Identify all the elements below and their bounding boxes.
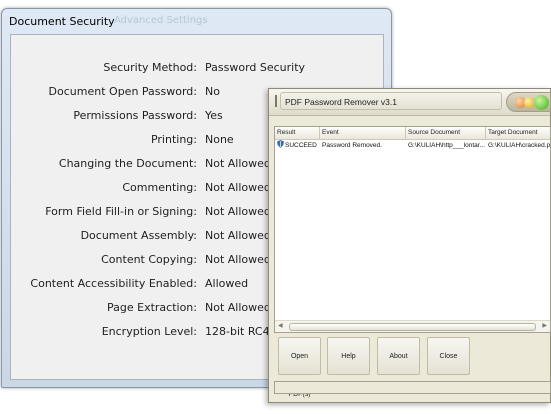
field-label: Content Accessibility Enabled:: [30, 277, 197, 290]
window-controls: [506, 92, 551, 112]
column-header-source[interactable]: Source Document: [406, 127, 486, 139]
field-label: Document Assembly:: [80, 229, 197, 242]
field-label: Page Extraction:: [107, 301, 197, 314]
target-cell: G:\KULIAH\cracked.pdf: [488, 142, 551, 149]
scrollbar-thumb[interactable]: [289, 323, 536, 331]
status-bar: [274, 381, 551, 394]
open-pdf-button[interactable]: Open PDF(s): [278, 337, 321, 398]
document-security-title: Document Security: [9, 15, 115, 28]
help-button[interactable]: Help: [327, 337, 370, 375]
field-value: Allowed: [205, 277, 249, 290]
remover-titlebar[interactable]: PDF Password Remover v3.1: [269, 89, 551, 116]
field-value: Not Allowed: [205, 301, 271, 314]
field-value: Password Security: [205, 61, 306, 74]
field-value: Yes: [205, 109, 223, 122]
pdf-password-remover-window: PDF Password Remover v3.1 Result Event S…: [268, 88, 551, 403]
scroll-right-icon[interactable]: ▶: [542, 322, 547, 329]
shield-icon: [277, 140, 284, 148]
result-cell: SUCCEED: [275, 140, 320, 152]
column-header-target[interactable]: Target Document: [486, 127, 550, 139]
field-label: Printing:: [150, 133, 197, 146]
close-window-icon[interactable]: [534, 95, 549, 110]
field-label: Permissions Password:: [73, 109, 197, 122]
event-cell: Password Removed.: [322, 142, 382, 149]
titlebar-grip: [275, 95, 277, 107]
field-label: Changing the Document:: [58, 157, 197, 170]
field-label: Security Method:: [103, 61, 197, 74]
field-value: Not Allowed: [205, 157, 271, 170]
results-list[interactable]: Result Event Source Document Target Docu…: [274, 126, 551, 333]
field-value: None: [205, 133, 234, 146]
background-title-ghost: Advanced Settings: [114, 15, 208, 26]
field-value: Not Allowed: [205, 205, 271, 218]
close-button[interactable]: Close: [427, 337, 470, 375]
about-button[interactable]: About: [377, 337, 420, 375]
remover-title: PDF Password Remover v3.1: [285, 97, 397, 107]
field-value: Not Allowed: [205, 253, 271, 266]
source-cell: G:\KULIAH\http___lontar...: [408, 142, 485, 149]
field-value: Not Allowed: [205, 229, 271, 242]
field-value: 128-bit RC4: [205, 325, 270, 338]
field-value: Not Allowed: [205, 181, 271, 194]
result-text: SUCCEED: [285, 142, 317, 149]
field-label: Commenting:: [122, 181, 197, 194]
field-label: Content Copying:: [101, 253, 197, 266]
horizontal-scrollbar[interactable]: ◀ ▶: [275, 320, 550, 332]
scroll-left-icon[interactable]: ◀: [278, 322, 283, 329]
field-label: Document Open Password:: [48, 85, 197, 98]
table-row[interactable]: SUCCEED Password Removed. G:\KULIAH\http…: [275, 140, 550, 152]
field-label: Encryption Level:: [101, 325, 197, 338]
column-header-result[interactable]: Result: [275, 127, 320, 139]
results-header: Result Event Source Document Target Docu…: [275, 127, 550, 140]
field-label: Form Field Fill-in or Signing:: [45, 205, 197, 218]
field-security-method: Security Method: Password Security: [11, 61, 381, 79]
field-value: No: [205, 85, 220, 98]
column-header-event[interactable]: Event: [320, 127, 406, 139]
